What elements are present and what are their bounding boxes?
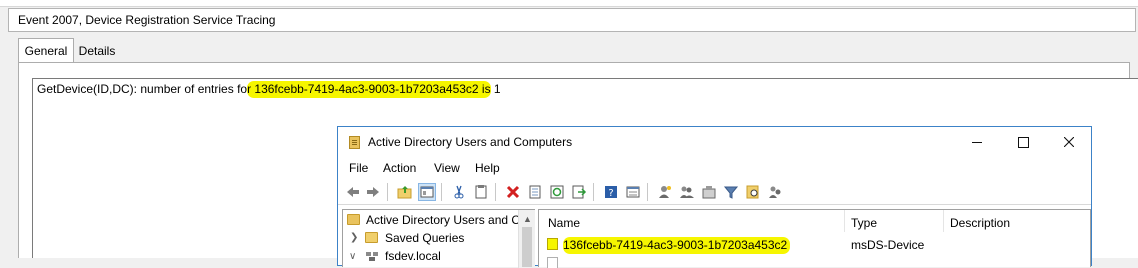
new-ou-icon[interactable] <box>701 184 717 200</box>
aduc-app-icon <box>349 136 360 149</box>
toolbar: ? <box>338 179 1091 205</box>
column-header-description[interactable]: Description <box>950 216 1010 230</box>
tree-item-label: Saved Queries <box>385 231 465 245</box>
domain-icon <box>366 252 378 261</box>
tree-item-label: Active Directory Users and Co <box>366 213 527 227</box>
event-title: Event 2007, Device Registration Service … <box>8 8 1136 32</box>
window-top-strip <box>0 0 1138 7</box>
forward-arrow-icon[interactable] <box>365 184 381 200</box>
back-arrow-icon[interactable] <box>345 184 361 200</box>
event-message-text: GetDevice(ID,DC): number of entries for … <box>37 81 501 98</box>
minimize-button[interactable] <box>954 127 1000 157</box>
find-icon[interactable] <box>745 184 761 200</box>
scroll-up-icon[interactable]: ▲ <box>523 214 532 224</box>
toolbar-separator <box>495 183 496 201</box>
aduc-root-icon <box>347 214 360 225</box>
tab-details[interactable]: Details <box>74 40 120 62</box>
device-name-cell: 136fcebb-7419-4ac3-9003-1b7203a453c2 <box>563 237 791 254</box>
highlighted-device-id: r 136fcebb-7419-4ac3-9003-1b7203a453c2 i… <box>247 81 491 98</box>
tree-scrollbar[interactable]: ▲ <box>518 210 535 268</box>
message-suffix: 1 <box>490 82 501 96</box>
cut-icon[interactable] <box>451 184 467 200</box>
show-hide-console-tree-icon[interactable] <box>418 183 436 201</box>
aduc-titlebar[interactable]: Active Directory Users and Computers <box>338 127 1091 157</box>
maximize-button[interactable] <box>1000 127 1046 157</box>
toolbar-separator <box>387 183 388 201</box>
menu-bar: File Action View Help <box>338 157 1091 179</box>
export-list-icon[interactable] <box>571 184 587 200</box>
help-icon[interactable]: ? <box>603 184 619 200</box>
tab-general[interactable]: General <box>18 38 74 63</box>
device-icon <box>547 238 558 250</box>
new-group-icon[interactable] <box>679 184 695 200</box>
message-prefix: GetDevice(ID,DC): number of entries fo <box>37 82 248 96</box>
scrollbar-thumb[interactable] <box>522 227 532 267</box>
chevron-down-icon[interactable]: ∨ <box>349 251 356 262</box>
delete-icon[interactable] <box>505 184 521 200</box>
table-row[interactable]: 136fcebb-7419-4ac3-9003-1b7203a453c2 msD… <box>539 236 1090 254</box>
aduc-window-title: Active Directory Users and Computers <box>368 135 573 149</box>
copy-icon[interactable] <box>473 184 489 200</box>
details-list[interactable]: Name Type Description 136fcebb-7419-4ac3… <box>538 209 1091 268</box>
toolbar-separator <box>593 183 594 201</box>
column-header-name[interactable]: Name <box>548 216 580 230</box>
close-icon <box>1064 137 1074 147</box>
chevron-right-icon[interactable]: ❯ <box>350 232 358 243</box>
close-button[interactable] <box>1046 127 1092 157</box>
filter-icon[interactable] <box>723 184 739 200</box>
toolbar-separator <box>441 183 442 201</box>
svg-text:?: ? <box>608 188 613 199</box>
up-folder-icon[interactable] <box>397 184 413 200</box>
add-to-group-icon[interactable] <box>767 184 783 200</box>
tree-item-label: fsdev.local <box>385 249 441 263</box>
properties-icon[interactable] <box>527 184 543 200</box>
folder-icon <box>365 232 378 243</box>
menu-file[interactable]: File <box>349 161 368 175</box>
column-divider[interactable] <box>844 210 845 232</box>
menu-help[interactable]: Help <box>475 161 500 175</box>
toolbar-separator <box>647 183 648 201</box>
refresh-icon[interactable] <box>549 184 565 200</box>
menu-action[interactable]: Action <box>383 161 416 175</box>
menu-view[interactable]: View <box>434 161 460 175</box>
details-view-icon[interactable] <box>625 184 641 200</box>
partial-row-icon <box>547 257 558 268</box>
console-tree[interactable]: Active Directory Users and Co ❯ Saved Qu… <box>342 209 535 268</box>
aduc-window: Active Directory Users and Computers Fil… <box>337 126 1092 268</box>
column-header-type[interactable]: Type <box>851 216 877 230</box>
device-type-cell: msDS-Device <box>851 238 925 252</box>
new-user-icon[interactable] <box>657 184 673 200</box>
column-divider[interactable] <box>943 210 944 232</box>
